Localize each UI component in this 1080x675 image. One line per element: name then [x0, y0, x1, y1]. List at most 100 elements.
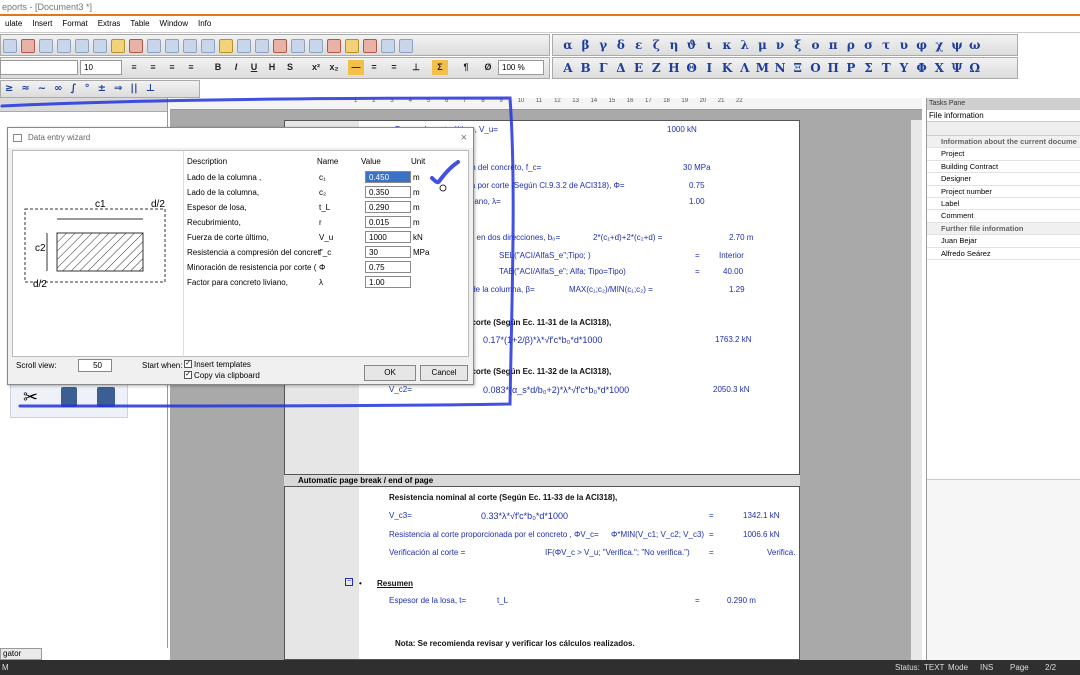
menu-insert[interactable]: Insert	[27, 16, 57, 32]
greek-upper-21-button[interactable]: Φ	[913, 58, 931, 78]
settings-icon[interactable]	[381, 39, 395, 53]
ok-button[interactable]: OK	[364, 365, 416, 381]
check-icon[interactable]	[327, 39, 341, 53]
greek-upper-10-button[interactable]: Κ	[718, 58, 736, 78]
greek-upper-17-button[interactable]: Ρ	[842, 58, 860, 78]
field-project-number[interactable]: Project number	[927, 185, 1080, 198]
group-further-info[interactable]: Further file information	[927, 222, 1080, 236]
preview-icon[interactable]	[39, 39, 53, 53]
formula-vc1[interactable]: 0.17*(1+2/β)*λ*√f'c*b₀*d*1000	[483, 335, 602, 345]
format-paint-icon[interactable]	[129, 39, 143, 53]
cut-icon[interactable]	[75, 39, 89, 53]
greek-lower-12-button[interactable]: μ	[754, 35, 772, 55]
greek-lower-1-button[interactable]: α	[559, 35, 577, 55]
subscript-button[interactable]: x₂	[326, 60, 342, 75]
greek-upper-9-button[interactable]: Ι	[701, 58, 719, 78]
field-comment[interactable]: Comment	[927, 210, 1080, 223]
group-current-document[interactable]: Information about the current docume	[927, 136, 1080, 149]
value-input[interactable]: 1.00	[365, 276, 411, 288]
greek-lower-15-button[interactable]: ο	[807, 35, 825, 55]
italic-button[interactable]: I	[228, 60, 244, 75]
greek-upper-8-button[interactable]: Θ	[683, 58, 701, 78]
greek-upper-2-button[interactable]: Β	[577, 58, 595, 78]
field-building-contract[interactable]: Building Contract	[927, 160, 1080, 174]
greek-upper-12-button[interactable]: Μ	[754, 58, 772, 78]
greek-lower-23-button[interactable]: ψ	[948, 35, 966, 55]
formula-icon[interactable]	[255, 39, 269, 53]
font-size-select[interactable]: 10	[80, 60, 122, 75]
greek-lower-16-button[interactable]: π	[824, 35, 842, 55]
menu-table[interactable]: Table	[125, 16, 154, 32]
close-icon[interactable]: ×	[461, 128, 467, 148]
superscript-button[interactable]: x²	[308, 60, 324, 75]
zoom-select[interactable]: 100 %	[498, 60, 544, 75]
greek-upper-14-button[interactable]: Ξ	[789, 58, 807, 78]
symbol-plusminus[interactable]: ±	[98, 83, 106, 94]
formula-espesor[interactable]: t_L	[497, 596, 508, 605]
field-designer[interactable]: Designer	[927, 173, 1080, 186]
greek-lower-7-button[interactable]: η	[665, 35, 683, 55]
symbol-integral[interactable]: ∫	[71, 83, 77, 94]
greek-lower-3-button[interactable]: γ	[594, 35, 612, 55]
greek-lower-8-button[interactable]: ϑ	[683, 35, 701, 55]
copy-clipboard-checkbox[interactable]: ✓	[184, 371, 192, 379]
formula-check[interactable]: IF(ΦV_c > V_u; "Verifica."; "No verifica…	[545, 548, 690, 557]
document-page-2[interactable]: Resistencia nominal al corte (Según Ec. …	[284, 486, 800, 660]
greek-lower-21-button[interactable]: φ	[913, 35, 931, 55]
table-icon[interactable]	[201, 39, 215, 53]
tools-icon[interactable]	[345, 39, 359, 53]
insert-frame-icon[interactable]	[183, 39, 197, 53]
greek-lower-17-button[interactable]: ρ	[842, 35, 860, 55]
greek-upper-19-button[interactable]: Τ	[877, 58, 895, 78]
greek-upper-6-button[interactable]: Ζ	[647, 58, 665, 78]
formula-phivc[interactable]: Φ*MIN(V_c1; V_c2; V_c3)	[611, 530, 704, 539]
symbol-tilde[interactable]: ~	[38, 83, 46, 94]
row-fc-label[interactable]: ión del concreto, f_c=	[465, 163, 541, 172]
menu-calculate[interactable]: ulate	[0, 16, 27, 32]
greek-lower-19-button[interactable]: τ	[877, 35, 895, 55]
row-tipo-formula[interactable]: SEL("ACI/AlfaS_e";Tipo; )	[499, 251, 591, 260]
value-input[interactable]: 0.450	[365, 171, 411, 183]
copy-icon[interactable]	[61, 387, 77, 407]
justify-icon[interactable]: ≡	[183, 60, 199, 75]
comment-icon[interactable]	[363, 39, 377, 53]
greek-upper-20-button[interactable]: Υ	[895, 58, 913, 78]
symbol-implies[interactable]: ⇒	[114, 83, 122, 94]
symbol-degree[interactable]: °	[85, 83, 90, 94]
greek-upper-1-button[interactable]: Α	[559, 58, 577, 78]
formula-vc3[interactable]: 0.33*λ*√f'c*b₀*d*1000	[481, 511, 568, 521]
greek-upper-5-button[interactable]: Ε	[630, 58, 648, 78]
greek-upper-11-button[interactable]: Λ	[736, 58, 754, 78]
print-icon[interactable]	[21, 39, 35, 53]
cut-icon[interactable]: ✂	[23, 387, 38, 408]
symbol-infinity[interactable]: ∞	[54, 83, 62, 94]
greek-lower-22-button[interactable]: χ	[930, 35, 948, 55]
calculate-icon[interactable]	[273, 39, 287, 53]
formula-vc2[interactable]: 0.083*(α_s*d/b₀+2)*λ*√f'c*b₀*d*1000	[483, 385, 629, 395]
greek-upper-15-button[interactable]: Ο	[807, 58, 825, 78]
greek-upper-18-button[interactable]: Σ	[860, 58, 878, 78]
person-1[interactable]: Juan Bejar	[927, 235, 1080, 248]
greek-lower-13-button[interactable]: ν	[771, 35, 789, 55]
null-icon[interactable]: Ø	[480, 60, 496, 75]
greek-upper-24-button[interactable]: Ω	[966, 58, 984, 78]
greek-lower-20-button[interactable]: υ	[895, 35, 913, 55]
align-center-icon[interactable]: ≡	[145, 60, 161, 75]
bold-button[interactable]: B	[210, 60, 226, 75]
greek-lower-11-button[interactable]: λ	[736, 35, 754, 55]
chart-icon[interactable]	[219, 39, 233, 53]
tab-navigator[interactable]: gator	[0, 648, 42, 660]
paste-icon[interactable]	[111, 39, 125, 53]
highlight-button[interactable]: H	[264, 60, 280, 75]
strike-button[interactable]: S	[282, 60, 298, 75]
greek-upper-13-button[interactable]: Ν	[771, 58, 789, 78]
search-icon[interactable]	[3, 39, 17, 53]
define-button[interactable]: =	[386, 60, 402, 75]
greek-lower-5-button[interactable]: ε	[630, 35, 648, 55]
collapse-icon[interactable]: −	[345, 578, 353, 586]
field-label[interactable]: Label	[927, 197, 1080, 211]
paste-icon[interactable]	[97, 387, 115, 407]
value-input[interactable]: 0.75	[365, 261, 411, 273]
greek-lower-10-button[interactable]: κ	[718, 35, 736, 55]
row-alfa-formula[interactable]: TAB("ACI/AlfaS_e"; Alfa; Tipo=Tipo)	[499, 267, 626, 276]
